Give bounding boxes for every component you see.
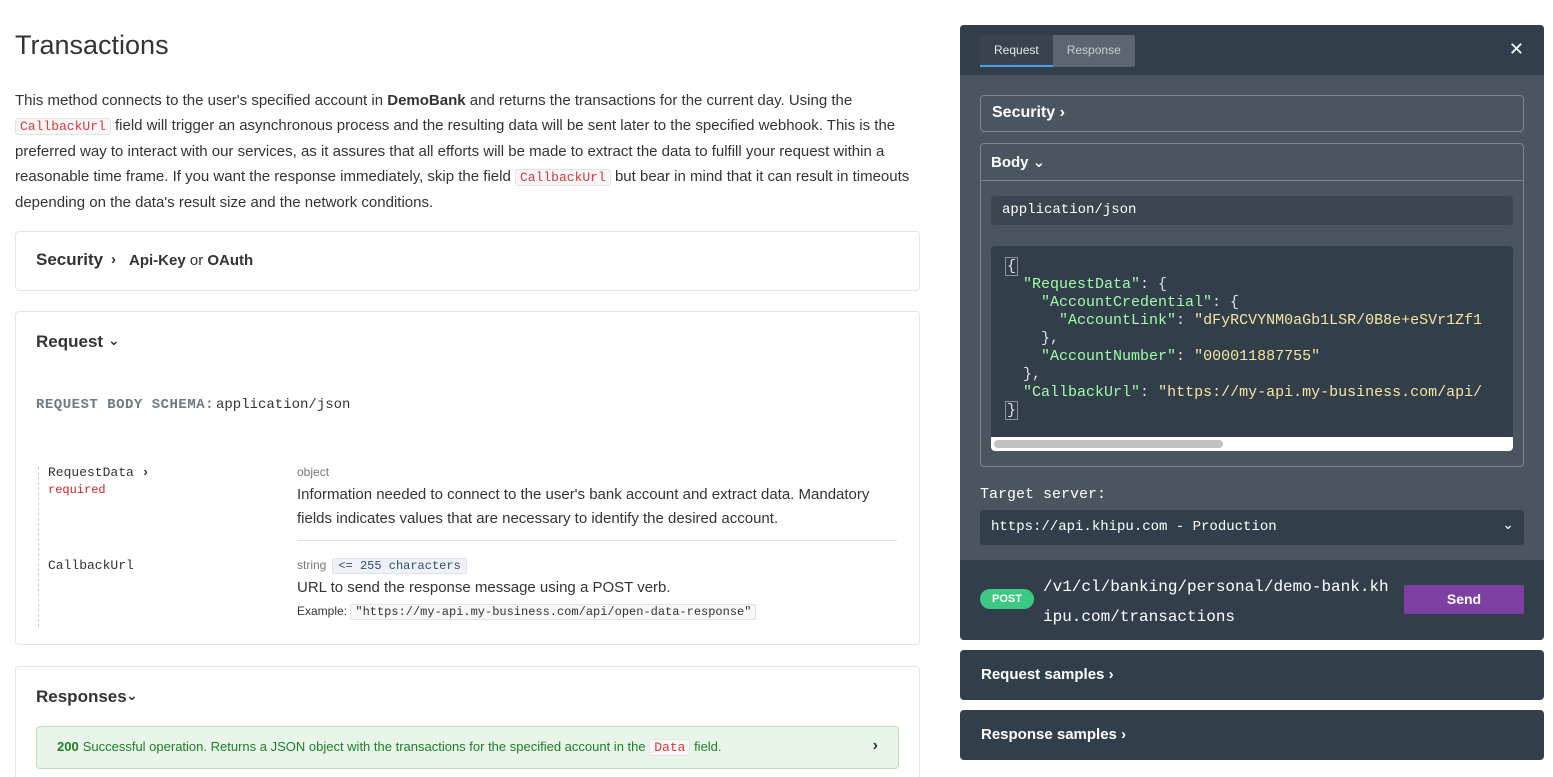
- method-badge: POST: [980, 589, 1034, 609]
- prop-name-requestdata[interactable]: RequestData ›: [48, 465, 149, 480]
- chevron-right-icon[interactable]: ›: [142, 465, 150, 480]
- chevron-down-icon: ⌄: [1502, 518, 1514, 534]
- horizontal-scrollbar[interactable]: [991, 437, 1513, 451]
- json-body-editor[interactable]: { "RequestData": { "AccountCredential": …: [991, 246, 1513, 451]
- response-samples-toggle[interactable]: Response samples ›: [960, 710, 1544, 760]
- inline-code-data: Data: [649, 739, 691, 756]
- close-icon[interactable]: ✕: [1509, 39, 1524, 60]
- chevron-down-icon[interactable]: ⌄: [126, 687, 138, 704]
- request-title[interactable]: Request: [36, 332, 103, 352]
- security-title: Security: [36, 250, 104, 269]
- responses-section: Responses ⌄ 200 Successful operation. Ret…: [15, 666, 920, 777]
- content-type-select[interactable]: application/json: [991, 196, 1513, 225]
- page-title: Transactions: [15, 30, 169, 60]
- request-samples-toggle[interactable]: Request samples ›: [960, 650, 1544, 700]
- chevron-right-icon: ›: [1121, 726, 1127, 743]
- schema-content-type: application/json: [216, 397, 351, 413]
- prop-description: URL to send the response message using a…: [297, 579, 671, 596]
- schema-tree-line: [38, 467, 39, 627]
- request-section: Request ⌄ REQUEST BODY SCHEMA: applicati…: [15, 311, 920, 645]
- security-schemes: Api-Key or OAuth: [129, 252, 254, 269]
- console-body-toggle[interactable]: Body ⌄: [981, 144, 1523, 181]
- chevron-right-icon: ›: [872, 737, 878, 754]
- required-badge: required: [48, 483, 106, 497]
- console-tabbar: Request Response ✕: [960, 25, 1544, 75]
- inline-code-callbackurl: CallbackUrl: [15, 118, 111, 135]
- chevron-right-icon: ›: [1108, 666, 1114, 683]
- bank-name: DemoBank: [387, 92, 466, 109]
- try-it-console: Request Response ✕ Security › Body ⌄ app…: [960, 25, 1544, 640]
- tab-request[interactable]: Request: [980, 35, 1053, 67]
- chevron-right-icon: ›: [111, 251, 116, 268]
- prop-divider: [297, 540, 897, 541]
- chevron-down-icon: ⌄: [1032, 154, 1046, 171]
- security-section[interactable]: Security › Api-Key or OAuth: [15, 231, 920, 291]
- response-200[interactable]: 200 Successful operation. Returns a JSON …: [36, 726, 899, 769]
- inline-code-callbackurl: CallbackUrl: [514, 169, 611, 186]
- console-security-toggle[interactable]: Security ›: [980, 95, 1524, 132]
- schema-label: REQUEST BODY SCHEMA:: [36, 397, 215, 413]
- tab-response[interactable]: Response: [1053, 35, 1135, 67]
- prop-name-callbackurl: CallbackUrl: [48, 558, 134, 573]
- endpoint-path: /v1/cl/banking/personal/demo-bank.khipu.…: [1043, 578, 1389, 626]
- send-bar: POST /v1/cl/banking/personal/demo-bank.k…: [960, 560, 1544, 640]
- length-constraint: <= 255 characters: [332, 558, 467, 574]
- chevron-right-icon: ›: [1059, 104, 1065, 121]
- console-body-panel: Body ⌄ application/json { "RequestData":…: [980, 143, 1524, 467]
- prop-type: object: [297, 465, 330, 479]
- scrollbar-thumb[interactable]: [994, 440, 1223, 448]
- operation-description: This method connects to the user's speci…: [15, 92, 910, 211]
- prop-description: Information needed to connect to the use…: [297, 486, 870, 527]
- json-body-text[interactable]: { "RequestData": { "AccountCredential": …: [1005, 257, 1482, 420]
- prop-type: string <= 255 characters: [297, 558, 467, 574]
- prop-example: Example: "https://my-api.my-business.com…: [297, 604, 757, 620]
- chevron-down-icon[interactable]: ⌄: [108, 332, 120, 349]
- send-button[interactable]: Send: [1404, 585, 1524, 614]
- responses-title[interactable]: Responses: [36, 687, 127, 707]
- target-server-label: Target server:: [980, 486, 1107, 503]
- target-server-select[interactable]: https://api.khipu.com - Production ⌄: [980, 510, 1524, 545]
- status-code: 200: [57, 739, 79, 754]
- console-tabs: Request Response: [980, 35, 1135, 67]
